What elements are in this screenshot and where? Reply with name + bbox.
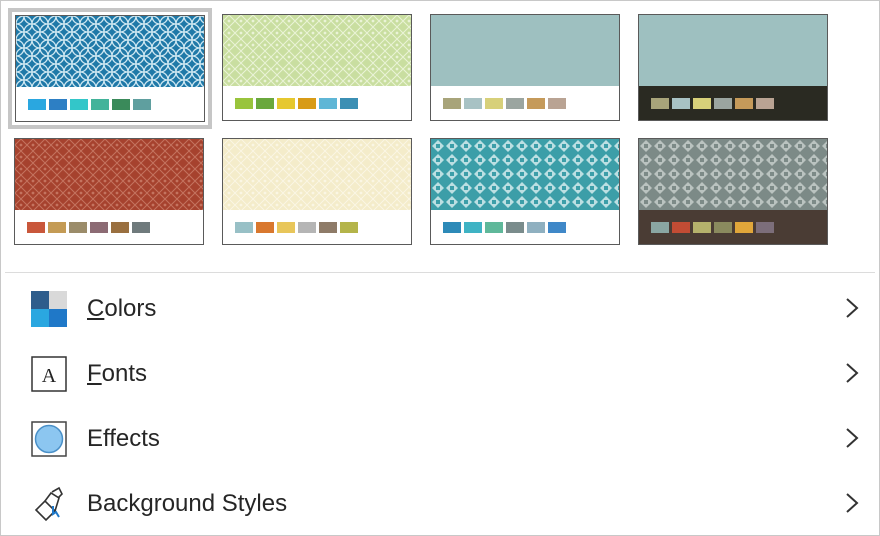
menu-item-background-styles[interactable]: Background Styles (1, 472, 879, 536)
color-swatches (235, 98, 358, 109)
color-swatch (28, 99, 46, 110)
color-swatch (49, 99, 67, 110)
color-swatch (69, 222, 87, 233)
color-swatch (298, 222, 316, 233)
menu-item-effects[interactable]: Effects (1, 407, 879, 471)
color-swatches (443, 98, 566, 109)
color-swatch (48, 222, 66, 233)
color-swatch (90, 222, 108, 233)
color-swatch (735, 222, 753, 233)
colors-icon (31, 291, 67, 327)
menu-item-colors[interactable]: Colors (1, 277, 879, 341)
color-swatches (651, 98, 774, 109)
color-swatch (485, 98, 503, 109)
color-swatch (735, 98, 753, 109)
color-swatch (443, 98, 461, 109)
variant-preview (223, 139, 411, 210)
color-swatch (693, 98, 711, 109)
menu-item-label: Effects (87, 425, 160, 452)
variant-preview (431, 139, 619, 210)
color-swatch (235, 98, 253, 109)
color-swatch (527, 98, 545, 109)
color-swatch (70, 99, 88, 110)
variant-gallery (5, 5, 845, 255)
svg-text:A: A (42, 365, 57, 387)
color-swatch (443, 222, 461, 233)
color-swatch (319, 222, 337, 233)
color-swatch (27, 222, 45, 233)
color-swatch (714, 98, 732, 109)
color-swatch (256, 222, 274, 233)
variant-preview (15, 139, 203, 210)
color-swatches (651, 222, 774, 233)
chevron-right-icon (846, 363, 859, 383)
variant-preview (639, 139, 827, 210)
variant-6[interactable] (222, 138, 412, 245)
color-swatch (506, 98, 524, 109)
color-swatch (464, 98, 482, 109)
variant-7[interactable] (430, 138, 620, 245)
chevron-right-icon (846, 298, 859, 318)
color-swatch (485, 222, 503, 233)
color-swatch (506, 222, 524, 233)
menu-item-fonts[interactable]: A Fonts (1, 342, 879, 406)
chevron-right-icon (846, 493, 859, 513)
variant-preview (639, 15, 827, 86)
variant-1[interactable] (8, 8, 212, 129)
variant-2[interactable] (222, 14, 412, 121)
color-swatch (693, 222, 711, 233)
effects-icon (31, 421, 67, 457)
theme-variants-menu: Colors A Fonts Effects Background Styles (0, 0, 880, 536)
background-styles-icon (34, 486, 63, 522)
color-swatch (235, 222, 253, 233)
color-swatches (28, 99, 151, 110)
menu-item-label: Fonts (87, 360, 148, 387)
variant-preview (431, 15, 619, 86)
color-swatch (340, 98, 358, 109)
color-swatch (548, 98, 566, 109)
color-swatch (111, 222, 129, 233)
color-swatch (133, 99, 151, 110)
color-swatches (27, 222, 150, 233)
color-swatch (91, 99, 109, 110)
color-swatches (443, 222, 566, 233)
color-swatch (756, 222, 774, 233)
color-swatch (672, 222, 690, 233)
chevron-right-icon (846, 428, 859, 448)
color-swatch (714, 222, 732, 233)
color-swatch (756, 98, 774, 109)
color-swatch (256, 98, 274, 109)
variant-preview (16, 16, 204, 87)
color-swatch (277, 98, 295, 109)
fonts-icon: A (31, 356, 67, 392)
color-swatch (651, 98, 669, 109)
variant-5[interactable] (14, 138, 204, 245)
color-swatch (132, 222, 150, 233)
color-swatch (651, 222, 669, 233)
variant-preview (223, 15, 411, 86)
color-swatch (319, 98, 337, 109)
color-swatch (672, 98, 690, 109)
color-swatch (527, 222, 545, 233)
variant-8[interactable] (638, 138, 828, 245)
variant-3[interactable] (430, 14, 620, 121)
color-swatch (298, 98, 316, 109)
color-swatch (112, 99, 130, 110)
variant-4[interactable] (638, 14, 828, 121)
color-swatch (277, 222, 295, 233)
menu-separator (5, 272, 875, 273)
menu-item-label: Background Styles (87, 490, 288, 517)
color-swatch (464, 222, 482, 233)
menu-item-label: Colors (87, 295, 157, 322)
color-swatch (548, 222, 566, 233)
color-swatch (340, 222, 358, 233)
color-swatches (235, 222, 358, 233)
